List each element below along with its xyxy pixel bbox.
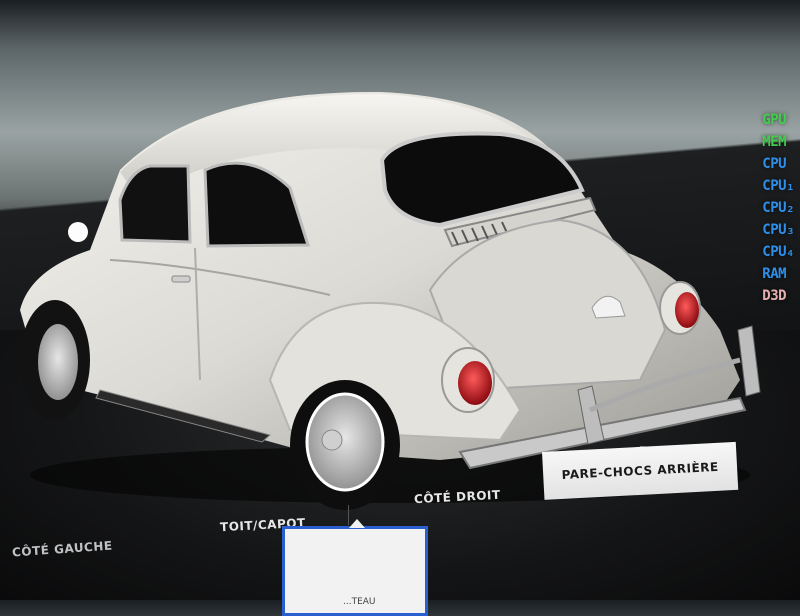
cpu3-meter: CPU₃ xyxy=(762,222,794,238)
card-pointer-icon xyxy=(349,519,365,528)
d3d-meter: D3D xyxy=(762,288,787,304)
garage-scene: GPU MEM CPU CPU₁ CPU₂ CPU₃ CPU₄ RAM D3D … xyxy=(0,0,800,616)
cpu-meter: CPU xyxy=(762,156,787,172)
card-text: ...TEAU xyxy=(343,597,376,607)
cpu2-meter: CPU₂ xyxy=(762,200,794,216)
cpu4-meter: CPU₄ xyxy=(762,244,794,260)
menu-rear-bumper-selected[interactable]: PARE-CHOCS ARRIÈRE xyxy=(542,441,739,500)
ram-meter: RAM xyxy=(762,266,787,282)
part-selection-card[interactable]: ...TEAU xyxy=(282,519,428,616)
performance-overlay: GPU MEM CPU CPU₁ CPU₂ CPU₃ CPU₄ RAM D3D xyxy=(762,110,794,307)
gpu-meter: GPU xyxy=(762,112,787,128)
cpu1-meter: CPU₁ xyxy=(762,178,794,194)
mem-meter: MEM xyxy=(762,134,787,150)
